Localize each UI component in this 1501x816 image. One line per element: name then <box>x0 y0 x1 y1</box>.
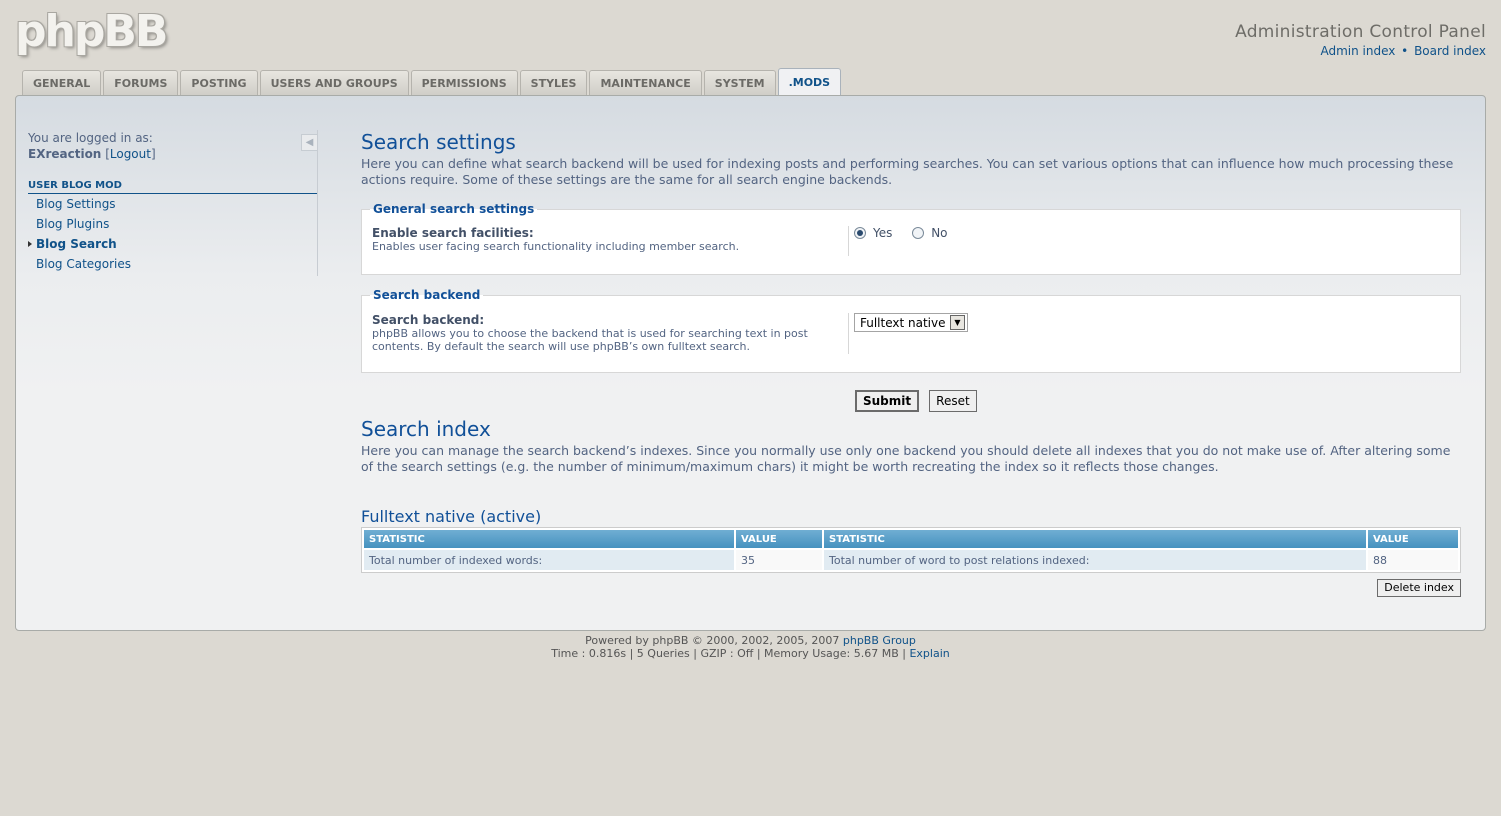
table-row: Total number of indexed words: 35 Total … <box>364 550 1458 570</box>
index-statistics-table: STATISTIC VALUE STATISTIC VALUE Total nu… <box>361 527 1461 573</box>
admin-index-link[interactable]: Admin index <box>1320 44 1395 58</box>
sidebar-item-label[interactable]: Blog Plugins <box>36 217 109 231</box>
search-index-description: Here you can manage the search backend’s… <box>361 443 1451 474</box>
general-search-settings-fieldset: General search settings Enable search fa… <box>361 202 1461 275</box>
sidebar-item-label[interactable]: Blog Search <box>36 237 117 251</box>
reset-button[interactable]: Reset <box>929 390 977 412</box>
sidebar-section-title: USER BLOG MOD <box>28 180 317 194</box>
footer-powered-by: Powered by phpBB © 2000, 2002, 2005, 200… <box>585 634 840 647</box>
footer-stats: Time : 0.816s | 5 Queries | GZIP : Off |… <box>551 647 906 660</box>
enable-search-yes-radio[interactable]: Yes <box>854 226 892 240</box>
table-cell: Total number of word to post relations i… <box>824 550 1366 570</box>
sidebar-item-label[interactable]: Blog Settings <box>36 197 116 211</box>
tab-posting[interactable]: POSTING <box>180 70 258 95</box>
main-content: Search settings Here you can define what… <box>361 130 1461 597</box>
search-backend-select[interactable]: Fulltext native ▼ <box>854 313 968 332</box>
fulltext-native-title: Fulltext native (active) <box>361 507 542 526</box>
header-links: Admin index • Board index <box>1320 44 1486 58</box>
search-index-title: Search index <box>361 417 491 441</box>
general-search-settings-legend: General search settings <box>370 202 538 216</box>
enable-search-label: Enable search facilities: <box>372 226 534 240</box>
main-tabs: GENERAL FORUMS POSTING USERS AND GROUPS … <box>22 68 842 95</box>
arrow-left-icon: ◀ <box>305 137 314 148</box>
table-cell: Total number of indexed words: <box>364 550 734 570</box>
sidebar-item-blog-categories[interactable]: Blog Categories <box>28 254 317 274</box>
table-header-statistic: STATISTIC <box>824 530 1366 548</box>
enable-search-field: Yes No <box>848 226 964 256</box>
table-header-value: VALUE <box>736 530 822 548</box>
sidebar-item-label[interactable]: Blog Categories <box>36 257 131 271</box>
table-cell: 35 <box>736 550 822 570</box>
tab-styles[interactable]: STYLES <box>519 70 588 95</box>
chevron-down-icon: ▼ <box>950 315 965 330</box>
yes-label: Yes <box>873 226 893 240</box>
tab-users-and-groups[interactable]: USERS AND GROUPS <box>259 70 409 95</box>
search-settings-description: Here you can define what search backend … <box>361 156 1454 187</box>
search-backend-fieldset: Search backend Search backend: phpBB all… <box>361 288 1461 373</box>
header-link-separator: • <box>1401 44 1409 58</box>
search-backend-legend: Search backend <box>370 288 484 302</box>
search-backend-selected-value: Fulltext native <box>860 315 946 330</box>
main-panel: You are logged in as: EXreaction [Logout… <box>15 95 1486 631</box>
sidebar-item-blog-plugins[interactable]: Blog Plugins <box>28 214 317 234</box>
tab-general[interactable]: GENERAL <box>22 70 102 95</box>
search-backend-label: Search backend: <box>372 313 485 327</box>
sidebar-item-blog-settings[interactable]: Blog Settings <box>28 194 317 214</box>
sidebar-menu: Blog Settings Blog Plugins Blog Search B… <box>28 194 317 274</box>
radio-unchecked-icon <box>912 227 925 239</box>
table-cell: 88 <box>1368 550 1458 570</box>
collapse-sidebar-button[interactable]: ◀ <box>301 134 318 151</box>
tab-mods[interactable]: .MODS <box>777 68 842 95</box>
logout-bracket-close: ] <box>150 147 156 161</box>
logout-link[interactable]: Logout <box>110 147 151 161</box>
form-buttons: Submit Reset <box>361 390 1461 412</box>
radio-checked-icon <box>854 227 866 239</box>
phpbb-logo: phpBB <box>15 6 168 57</box>
no-label: No <box>931 226 948 240</box>
search-backend-field: Fulltext native ▼ <box>848 313 968 354</box>
page-header-title: Administration Control Panel <box>1235 22 1486 42</box>
sidebar: You are logged in as: EXreaction [Logout… <box>28 130 317 274</box>
search-backend-hint: phpBB allows you to choose the backend t… <box>372 327 808 353</box>
enable-search-no-radio[interactable]: No <box>912 226 948 240</box>
phpbb-group-link[interactable]: phpBB Group <box>843 634 916 647</box>
logged-in-info: You are logged in as: EXreaction [Logout… <box>28 130 317 162</box>
tab-maintenance[interactable]: MAINTENANCE <box>589 70 702 95</box>
sidebar-divider <box>317 130 318 276</box>
footer: Powered by phpBB © 2000, 2002, 2005, 200… <box>0 634 1501 660</box>
table-header-value: VALUE <box>1368 530 1458 548</box>
tab-forums[interactable]: FORUMS <box>103 70 179 95</box>
search-settings-title: Search settings <box>361 130 516 154</box>
username: EXreaction <box>28 147 102 161</box>
explain-link[interactable]: Explain <box>909 647 949 660</box>
table-header-statistic: STATISTIC <box>364 530 734 548</box>
enable-search-hint: Enables user facing search functionality… <box>372 240 740 253</box>
submit-button[interactable]: Submit <box>855 390 920 412</box>
sidebar-item-blog-search[interactable]: Blog Search <box>28 234 317 254</box>
board-index-link[interactable]: Board index <box>1414 44 1486 58</box>
tab-permissions[interactable]: PERMISSIONS <box>410 70 518 95</box>
tab-system[interactable]: SYSTEM <box>703 70 776 95</box>
delete-index-button[interactable]: Delete index <box>1377 579 1461 597</box>
logged-in-label: You are logged in as: <box>28 131 153 145</box>
